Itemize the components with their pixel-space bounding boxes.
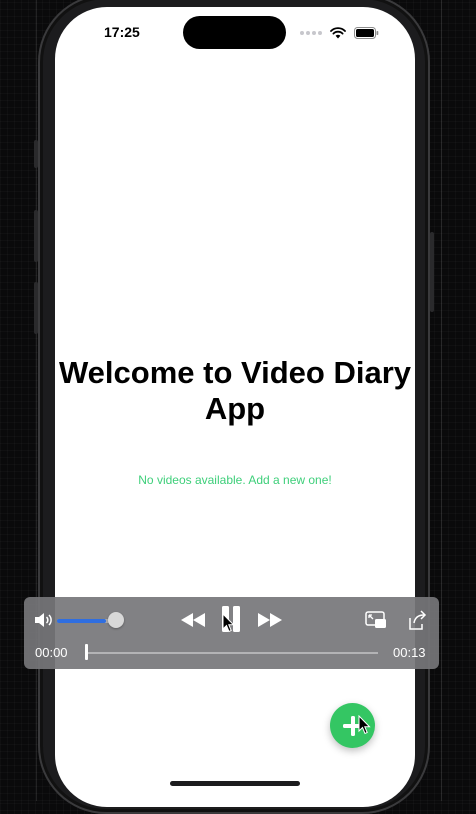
- speaker-icon: [35, 613, 52, 627]
- phone-screen: 17:25 Welcome to Video Diary App No vide…: [55, 7, 415, 807]
- empty-state-message: No videos available. Add a new one!: [138, 473, 332, 487]
- picture-in-picture-icon: [365, 611, 386, 628]
- fast-forward-button[interactable]: [257, 611, 283, 629]
- page-title: Welcome to Video Diary App: [58, 355, 412, 426]
- share-button[interactable]: [406, 608, 428, 632]
- guide-line-left: [36, 0, 37, 801]
- rewind-icon: [181, 613, 205, 627]
- cellular-icon: [300, 31, 322, 35]
- seek-thumb[interactable]: [85, 644, 88, 660]
- picture-in-picture-button[interactable]: [364, 610, 388, 630]
- home-indicator[interactable]: [170, 781, 300, 786]
- add-video-button[interactable]: [330, 703, 375, 748]
- side-button-volume-down: [34, 282, 38, 334]
- volume-fill: [57, 619, 107, 623]
- status-time: 17:25: [104, 24, 140, 40]
- current-time-label: 00:00: [35, 645, 68, 660]
- plus-icon: [342, 715, 363, 736]
- pause-icon: [222, 606, 240, 632]
- video-player-controls: 00:00 00:13: [24, 597, 439, 669]
- wifi-icon: [330, 27, 346, 39]
- mute-button[interactable]: [34, 611, 54, 629]
- pause-button[interactable]: [220, 605, 242, 633]
- side-button-action: [34, 140, 38, 168]
- side-button-volume-up: [34, 210, 38, 262]
- share-icon: [409, 610, 427, 630]
- guide-line-right: [441, 0, 442, 801]
- duration-label: 00:13: [393, 645, 426, 660]
- battery-icon: [354, 27, 379, 39]
- side-button-power: [430, 232, 434, 312]
- status-icons: [300, 27, 379, 39]
- fast-forward-icon: [258, 613, 282, 627]
- volume-slider-knob[interactable]: [108, 612, 124, 628]
- rewind-button[interactable]: [180, 611, 206, 629]
- seek-bar[interactable]: [86, 652, 378, 654]
- volume-slider[interactable]: [57, 619, 115, 623]
- dynamic-island: [183, 16, 286, 49]
